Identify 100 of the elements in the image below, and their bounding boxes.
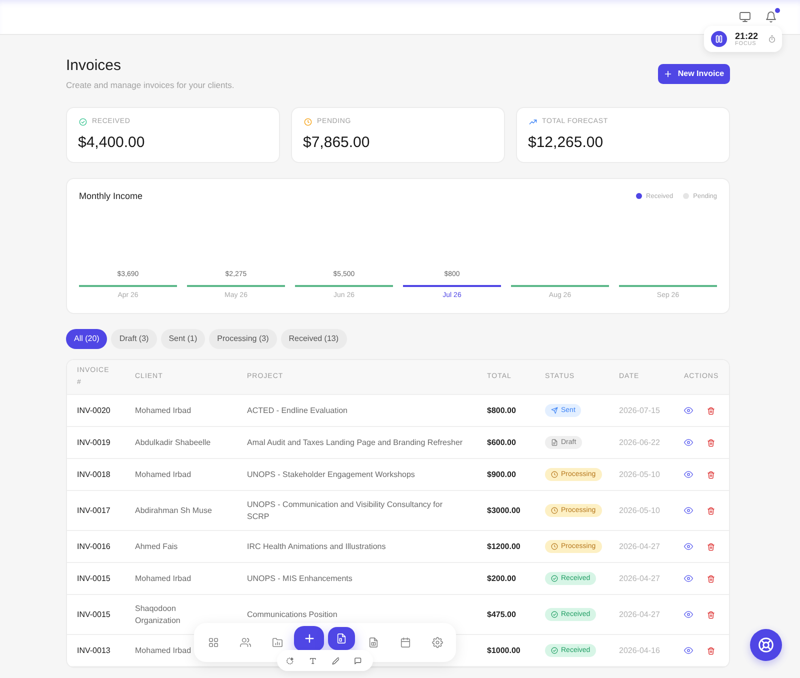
client-name: Abdulkadir Shabeelle <box>135 436 211 448</box>
client-name: Mohamed Irbad <box>135 644 192 656</box>
filter-tab[interactable]: Processing (3) <box>209 329 277 349</box>
project-name: ACTED - Endline Evaluation <box>247 404 348 416</box>
trash-icon[interactable] <box>707 506 715 514</box>
client-name: Ahmed Fais <box>135 540 178 552</box>
clock-icon <box>551 543 558 550</box>
toolbar-button[interactable] <box>328 627 354 650</box>
invoice-total: $200.00 <box>487 572 516 584</box>
project-name: Communications Position <box>247 608 338 620</box>
client-name: Mohamed Irbad <box>135 572 192 584</box>
focus-time: 21:22 <box>735 30 758 40</box>
calendar-icon[interactable] <box>400 637 410 648</box>
clock-icon <box>551 471 558 478</box>
filter-tab[interactable]: Draft (3) <box>111 329 157 349</box>
clock-icon <box>551 507 558 514</box>
pencil-icon[interactable] <box>332 656 340 664</box>
invoice-total: $1200.00 <box>487 540 520 552</box>
invoice-number: INV-0017 <box>77 504 110 516</box>
comment-icon[interactable] <box>354 656 362 664</box>
invoice-total: $1000.00 <box>487 644 520 656</box>
invoice-number: INV-0020 <box>77 404 110 416</box>
folder-icon[interactable] <box>272 637 282 648</box>
eye-icon[interactable] <box>684 406 693 415</box>
grid-icon[interactable] <box>208 637 218 648</box>
page-subtitle: Create and manage invoices for your clients. <box>66 79 234 91</box>
invoice-date: 2026-05-10 <box>619 504 660 516</box>
trash-icon[interactable] <box>707 646 715 654</box>
help-button[interactable] <box>750 629 782 661</box>
plus-icon <box>664 70 672 78</box>
client-name: Abdirahman Sh Muse <box>135 504 212 516</box>
document-icon <box>551 439 558 446</box>
card-title: Monthly Income <box>79 190 143 202</box>
clock-icon <box>304 118 312 126</box>
eye-icon[interactable] <box>684 610 693 619</box>
lifebuoy-icon <box>758 637 774 653</box>
invoice-total: $600.00 <box>487 436 516 448</box>
pause-icon[interactable] <box>711 31 727 47</box>
invoice-date: 2026-05-10 <box>619 468 660 480</box>
settings-icon[interactable] <box>432 637 442 648</box>
stat-amount: $4,400.00 <box>78 134 146 152</box>
trash-icon[interactable] <box>707 438 715 446</box>
filter-tab[interactable]: Sent (1) <box>160 329 206 349</box>
trash-icon[interactable] <box>707 406 715 414</box>
eye-icon[interactable] <box>684 438 693 447</box>
check-circle-icon <box>551 611 558 618</box>
invoice-date: 2026-06-22 <box>619 436 660 448</box>
invoice-date: 2026-04-27 <box>619 540 660 552</box>
plus-icon <box>304 633 314 644</box>
page-title: Invoices <box>66 57 122 75</box>
trash-icon[interactable] <box>707 542 715 550</box>
invoice-date: 2026-04-16 <box>619 644 660 656</box>
invoice-number: INV-0015 <box>77 572 110 584</box>
client-name: Mohamed Irbad <box>135 404 192 416</box>
invoice-number: INV-0013 <box>77 644 110 656</box>
invoice-number: INV-0018 <box>77 468 110 480</box>
invoice-total: $800.00 <box>487 404 516 416</box>
invoice-total: $475.00 <box>487 608 516 620</box>
filter-tab[interactable]: Received (13) <box>280 329 347 349</box>
trash-icon[interactable] <box>707 574 715 582</box>
stat-amount: $12,265.00 <box>528 134 604 152</box>
check-circle-icon <box>79 118 87 126</box>
monitor-icon[interactable] <box>739 11 751 23</box>
stopwatch-icon[interactable] <box>768 35 776 43</box>
project-name: Amal Audit and Taxes Landing Page and Branding Refresher <box>247 436 463 448</box>
invoice-date: 2026-07-15 <box>619 404 660 416</box>
new-invoice-button[interactable]: New Invoice <box>658 64 730 84</box>
filter-tab[interactable]: All (20) <box>66 329 108 349</box>
stat-amount: $7,865.00 <box>303 134 371 152</box>
add-button[interactable] <box>294 626 324 651</box>
invoice-number: INV-0019 <box>77 436 110 448</box>
eye-icon[interactable] <box>684 574 693 583</box>
client-name: Mohamed Irbad <box>135 468 192 480</box>
bell-icon[interactable] <box>765 11 777 23</box>
eye-icon[interactable] <box>684 646 693 655</box>
project-name: UNOPS - MIS Enhancements <box>247 572 352 584</box>
check-circle-icon <box>551 647 558 654</box>
text-tool-icon[interactable] <box>308 656 316 664</box>
trash-icon[interactable] <box>707 610 715 618</box>
invoice-date: 2026-04-27 <box>619 572 660 584</box>
sparkle-select-icon[interactable] <box>286 656 294 664</box>
paper-plane-icon <box>551 407 558 414</box>
project-name: UNOPS - Communication and Visibility Consultancy for SCRP <box>247 498 444 522</box>
invoice-date: 2026-04-27 <box>619 608 660 620</box>
project-name: UNOPS - Stakeholder Engagement Workshops <box>247 468 415 480</box>
invoice-number: INV-0016 <box>77 540 110 552</box>
check-circle-icon <box>551 575 558 582</box>
invoice-total: $900.00 <box>487 468 516 480</box>
users-icon[interactable] <box>240 637 250 648</box>
eye-icon[interactable] <box>684 506 693 515</box>
trend-up-icon <box>529 118 537 126</box>
project-name: IRC Health Animations and Illustrations <box>247 540 386 552</box>
client-name: Shaqodoon Organization <box>135 602 182 626</box>
invoice-number: INV-0015 <box>77 608 110 620</box>
trash-icon[interactable] <box>707 470 715 478</box>
eye-icon[interactable] <box>684 542 693 551</box>
eye-icon[interactable] <box>684 470 693 479</box>
table-document-icon[interactable] <box>368 637 378 648</box>
document-icon <box>336 633 346 644</box>
invoice-total: $3000.00 <box>487 504 520 516</box>
